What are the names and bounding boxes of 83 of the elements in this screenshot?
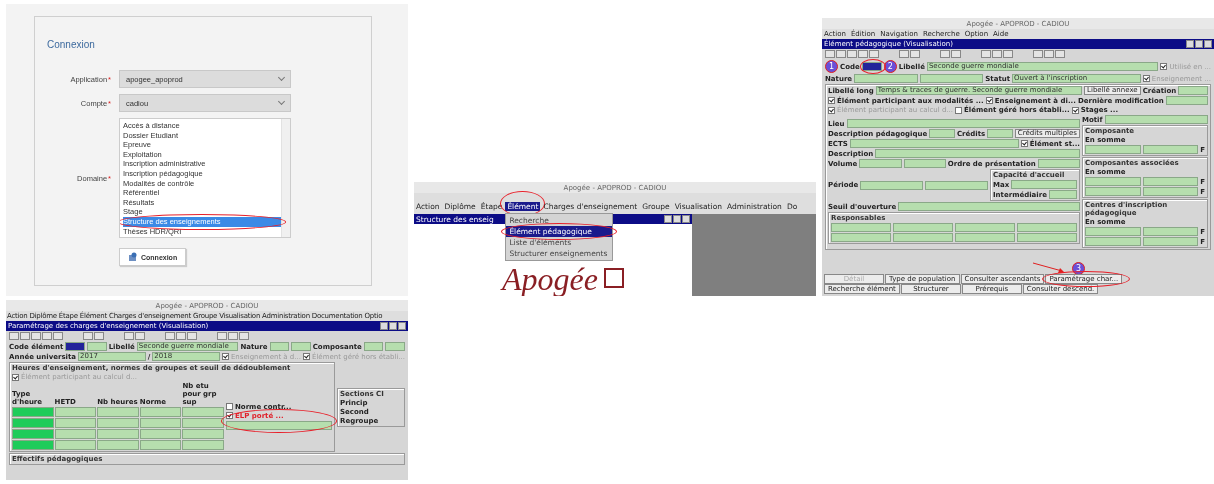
input-field[interactable] <box>1048 190 1077 199</box>
input-field[interactable] <box>1165 96 1208 105</box>
checkbox[interactable] <box>226 412 233 419</box>
input-field[interactable] <box>87 342 107 351</box>
input-field[interactable] <box>139 440 182 450</box>
step-number-badge: 1 <box>825 60 838 73</box>
input-field[interactable] <box>182 418 224 428</box>
arrow-annotation <box>1032 262 1066 274</box>
input-field[interactable] <box>875 149 1080 158</box>
input-field[interactable] <box>1142 237 1199 246</box>
input-field[interactable] <box>987 129 1013 138</box>
input-field[interactable] <box>12 418 54 428</box>
step-number-badge: 2 <box>883 60 897 73</box>
input-field[interactable] <box>831 233 891 242</box>
square-icon <box>603 268 624 288</box>
input-field[interactable] <box>1085 187 1141 196</box>
input-field[interactable] <box>1085 237 1141 246</box>
input-field[interactable] <box>925 180 988 190</box>
input-field[interactable] <box>139 429 182 439</box>
input-field[interactable] <box>860 180 924 190</box>
input-field[interactable] <box>97 418 139 428</box>
input-field[interactable] <box>1142 177 1199 186</box>
input-field[interactable] <box>893 223 953 232</box>
input-field[interactable] <box>363 342 384 351</box>
input-field[interactable] <box>54 440 97 450</box>
input-field[interactable] <box>859 159 902 168</box>
login-icon <box>128 252 138 262</box>
checkbox[interactable] <box>226 403 233 410</box>
input-field[interactable] <box>12 407 54 417</box>
input-field[interactable] <box>1085 177 1141 186</box>
checkbox[interactable] <box>1071 106 1079 114</box>
input-field[interactable] <box>226 420 332 430</box>
form-title: Connexion <box>47 39 96 50</box>
input-field[interactable] <box>54 429 97 439</box>
window-controls-icon[interactable] <box>664 215 690 223</box>
input-field[interactable] <box>1142 227 1199 236</box>
input-field[interactable] <box>1017 233 1077 242</box>
input-field[interactable] <box>1178 86 1208 95</box>
input-field[interactable] <box>1104 115 1208 124</box>
input-field[interactable] <box>1085 227 1141 236</box>
input-field[interactable] <box>861 62 882 71</box>
checkbox[interactable] <box>1020 140 1028 147</box>
input-field[interactable] <box>182 440 224 450</box>
input-field[interactable] <box>849 139 1019 148</box>
input-field[interactable] <box>139 418 182 428</box>
input-field[interactable] <box>929 129 955 138</box>
input-field[interactable] <box>846 119 1080 128</box>
input-field[interactable] <box>1037 159 1080 168</box>
input-field[interactable] <box>893 233 953 242</box>
input-field[interactable] <box>919 74 984 83</box>
step-number-badge: 3 <box>1072 261 1085 275</box>
input-field[interactable] <box>854 74 918 83</box>
input-field[interactable] <box>97 407 139 417</box>
window-controls-icon[interactable] <box>1186 40 1212 48</box>
input-field[interactable] <box>97 429 139 439</box>
input-field[interactable] <box>1142 145 1199 154</box>
input-field[interactable] <box>65 342 86 351</box>
input-field[interactable] <box>291 342 311 351</box>
checkbox[interactable] <box>955 106 963 114</box>
input-field[interactable] <box>97 440 139 450</box>
input-field[interactable] <box>831 223 891 232</box>
input-field[interactable] <box>955 233 1015 242</box>
logo-text: Apogée <box>502 262 598 296</box>
input-field[interactable] <box>182 407 224 417</box>
checkbox[interactable] <box>985 97 993 104</box>
input-field[interactable] <box>385 342 405 351</box>
input-field[interactable] <box>269 342 290 351</box>
input-field[interactable] <box>1011 180 1077 189</box>
input-field[interactable] <box>898 202 1080 211</box>
checkbox[interactable] <box>828 97 835 104</box>
input-field[interactable] <box>139 407 182 417</box>
input-field[interactable] <box>1142 187 1199 196</box>
input-field[interactable] <box>1017 223 1077 232</box>
scrollbar[interactable] <box>281 119 290 237</box>
window-controls-icon[interactable] <box>380 322 406 330</box>
input-field[interactable] <box>182 429 224 439</box>
input-field[interactable] <box>903 159 946 168</box>
input-field[interactable] <box>54 407 97 417</box>
input-field[interactable] <box>1085 145 1141 154</box>
input-field[interactable] <box>54 418 97 428</box>
input-field[interactable] <box>12 429 54 439</box>
input-field[interactable] <box>12 440 54 450</box>
input-field[interactable] <box>955 223 1015 232</box>
